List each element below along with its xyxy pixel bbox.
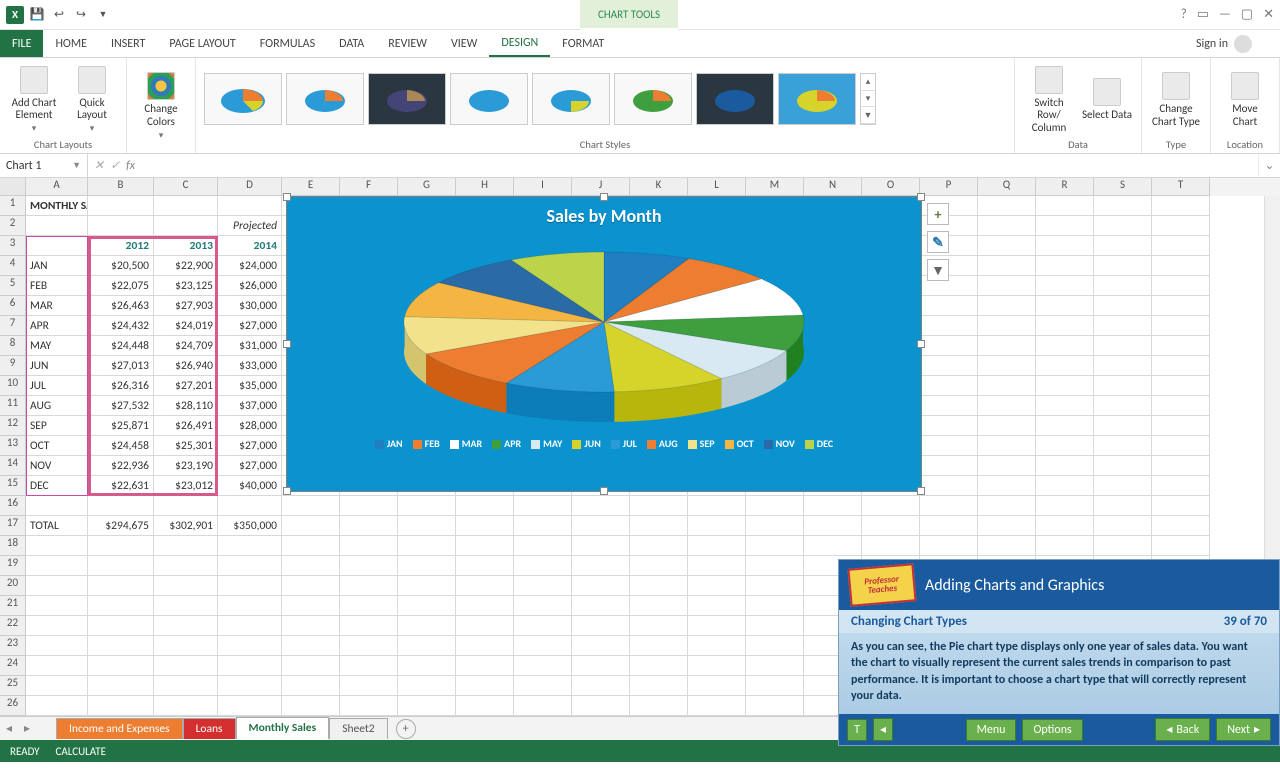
group-change-colors: Change Colors▾ [127,58,196,153]
help-icon[interactable]: ? [1181,7,1187,22]
fx-icon[interactable]: fx [126,159,135,173]
tutorial-rewind-button[interactable]: ◂ [873,718,893,741]
ribbon-tabs: FILE HOME INSERT PAGE LAYOUT FORMULAS DA… [0,30,1280,58]
group-chart-layouts: Add Chart Element▾ Quick Layout▾ Chart L… [0,58,127,153]
status-calculate: CALCULATE [56,745,107,758]
tab-view[interactable]: VIEW [439,30,489,57]
quick-layout-button[interactable]: Quick Layout▾ [66,64,118,134]
select-data-button[interactable]: Select Data [1081,76,1133,121]
formula-bar: Chart 1▼ ✕ ✓ fx ⌄ [0,154,1280,178]
status-ready: READY [10,745,40,758]
sheet-tab-monthly-sales[interactable]: Monthly Sales [236,717,330,740]
chart-styles-button[interactable]: ✎ [927,231,949,253]
chart-filters-button[interactable]: ▼ [927,259,949,281]
formula-bar-buttons: ✕ ✓ fx [88,158,141,173]
name-box[interactable]: Chart 1▼ [0,154,88,177]
chevron-down-icon[interactable]: ▼ [72,160,81,171]
chart-style-1[interactable] [204,73,282,125]
avatar-icon [1234,35,1252,53]
sheet-tab-income[interactable]: Income and Expenses [56,718,183,739]
chart-style-2[interactable] [286,73,364,125]
tutorial-overlay: ProfessorTeaches Adding Charts and Graph… [838,559,1280,746]
tutorial-subheader: Changing Chart Types 39 of 70 [839,610,1279,633]
tutorial-text-button[interactable]: T [847,719,867,741]
switch-row-column-button[interactable]: Switch Row/ Column [1023,64,1075,133]
group-chart-styles: ▴▾▼ Chart Styles [196,58,1015,153]
chart-style-5[interactable] [532,73,610,125]
row-headers: 1234567891011121314151617181920212223242… [0,196,26,716]
chart-style-7[interactable] [696,73,774,125]
qat-dropdown-icon[interactable]: ▼ [94,6,112,24]
tutorial-back-button[interactable]: ◂ Back [1155,718,1210,741]
tab-format[interactable]: FORMAT [550,30,616,57]
sheet-tab-loans[interactable]: Loans [183,718,236,739]
tutorial-body: As you can see, the Pie chart type displ… [839,633,1279,714]
formula-bar-expand-icon[interactable]: ⌄ [1258,154,1280,177]
enter-icon[interactable]: ✓ [110,158,120,173]
group-type: Change Chart Type Type [1142,58,1211,153]
minimize-icon[interactable]: — [1219,7,1231,22]
tab-file[interactable]: FILE [0,30,43,57]
select-all-corner[interactable] [0,178,26,196]
group-location: Move Chart Location [1211,58,1280,153]
sheet-tab-sheet2[interactable]: Sheet2 [329,718,387,739]
tutorial-menu-button[interactable]: Menu [966,719,1017,741]
tab-page-layout[interactable]: PAGE LAYOUT [157,30,247,57]
change-colors-button[interactable]: Change Colors▾ [135,70,187,140]
tutorial-counter: 39 of 70 [1224,614,1267,629]
group-data: Switch Row/ Column Select Data Data [1015,58,1142,153]
chart-elements-button[interactable]: + [927,203,949,225]
professor-teaches-logo: ProfessorTeaches [847,563,916,607]
tab-design[interactable]: DESIGN [489,30,550,57]
chart-title[interactable]: Sales by Month [287,197,921,227]
add-chart-element-button[interactable]: Add Chart Element▾ [8,64,60,134]
sheet-nav-prev-icon[interactable]: ◂ [0,721,18,736]
chart-style-3[interactable] [368,73,446,125]
tutorial-header: ProfessorTeaches Adding Charts and Graph… [839,560,1279,610]
add-sheet-button[interactable]: + [396,719,416,739]
ribbon-options-icon[interactable]: ▭ [1197,7,1209,22]
chart-style-6[interactable] [614,73,692,125]
style-gallery-scroll[interactable]: ▴▾▼ [860,73,876,125]
chart-styles-gallery: ▴▾▼ [204,73,876,125]
tutorial-heading: Adding Charts and Graphics [925,576,1104,595]
chart-element-buttons: + ✎ ▼ [927,203,949,281]
cancel-icon[interactable]: ✕ [94,158,104,173]
excel-logo-icon: X [6,6,24,24]
embedded-chart[interactable]: Sales by Month JANFEBMARAPRMAYJUNJULAUGS… [286,196,922,492]
move-chart-button[interactable]: Move Chart [1219,70,1271,127]
sign-in[interactable]: Sign in [1196,30,1280,57]
tab-insert[interactable]: INSERT [99,30,157,57]
tutorial-footer: T ◂ Menu Options ◂ Back Next ▸ [839,714,1279,745]
chart-style-4[interactable] [450,73,528,125]
undo-icon[interactable]: ↩ [50,6,68,24]
tutorial-next-button[interactable]: Next ▸ [1216,718,1271,741]
chart-tools-contextual-tab: CHART TOOLS [580,0,678,30]
chart-style-8[interactable] [778,73,856,125]
tutorial-options-button[interactable]: Options [1022,719,1082,741]
tab-home[interactable]: HOME [43,30,99,57]
redo-icon[interactable]: ↪ [72,6,90,24]
change-chart-type-button[interactable]: Change Chart Type [1150,70,1202,127]
sheet-nav-next-icon[interactable]: ▸ [18,721,36,736]
save-icon[interactable]: 💾 [28,6,46,24]
ribbon: Add Chart Element▾ Quick Layout▾ Chart L… [0,58,1280,154]
tab-data[interactable]: DATA [327,30,376,57]
chart-legend[interactable]: JANFEBMARAPRMAYJUNJULAUGSEPOCTNOVDEC [287,437,921,450]
tutorial-subtitle: Changing Chart Types [851,614,967,629]
tab-formulas[interactable]: FORMULAS [248,30,327,57]
window-controls: ? ▭ — ▢ ✕ [1181,7,1274,22]
title-bar: X 💾 ↩ ↪ ▼ Budget - Excel CHART TOOLS ? ▭… [0,0,1280,30]
close-icon[interactable]: ✕ [1263,7,1274,22]
column-headers: ABCDEFGHIJKLMNOPQRST [0,178,1280,196]
tab-review[interactable]: REVIEW [376,30,439,57]
quick-access-toolbar: X 💾 ↩ ↪ ▼ [0,6,112,24]
chart-plot-area[interactable] [287,227,921,437]
maximize-icon[interactable]: ▢ [1241,7,1253,22]
